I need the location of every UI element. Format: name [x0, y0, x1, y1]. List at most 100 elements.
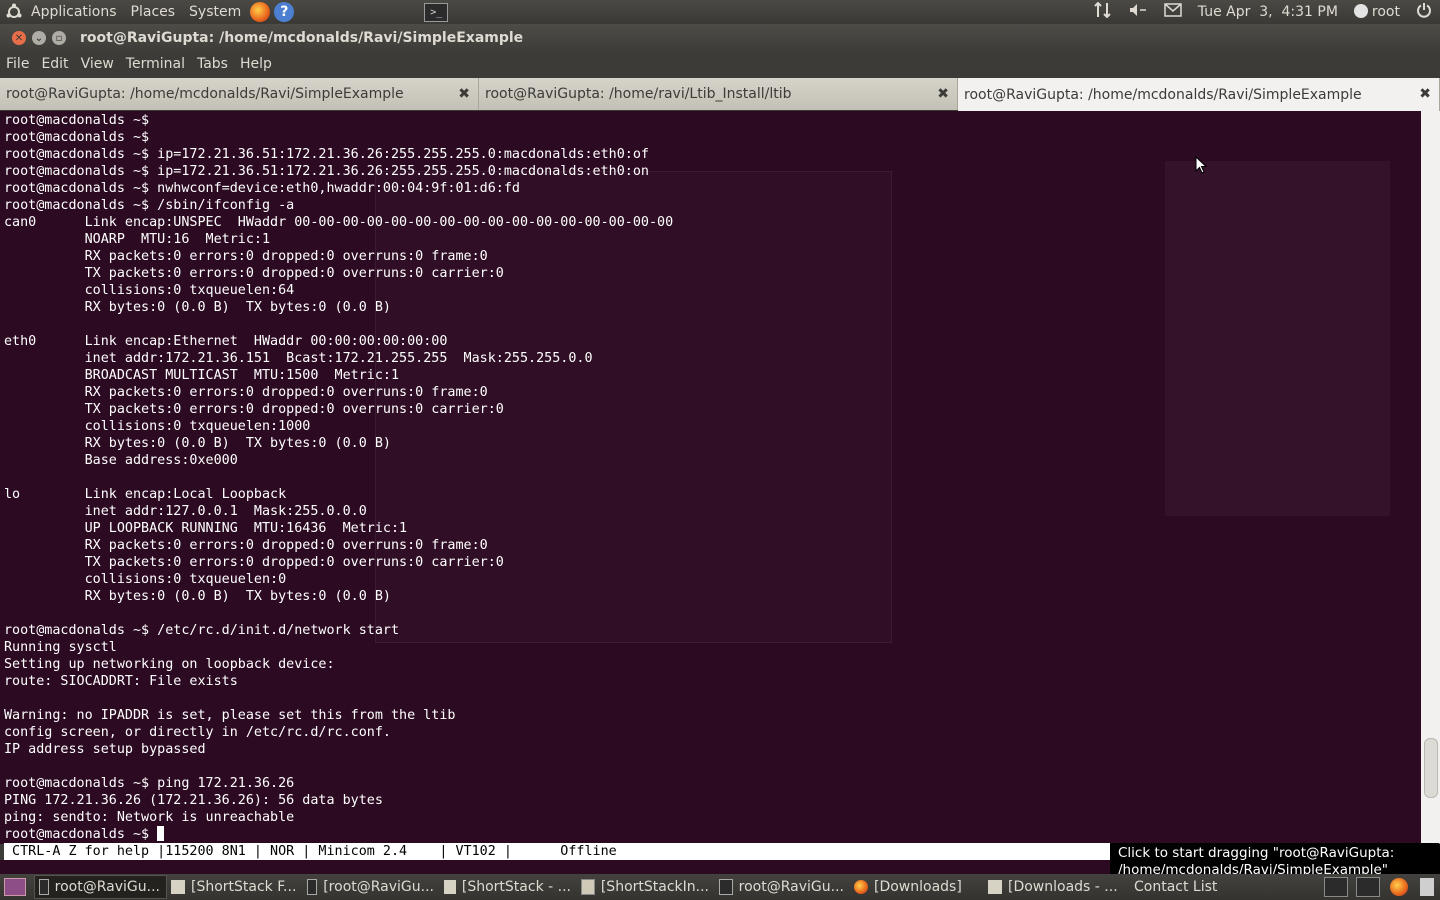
terminal-line: root@macdonalds ~$ nwhwconf=device:eth0,… [4, 181, 520, 196]
menu-edit[interactable]: Edit [35, 56, 74, 72]
terminal-line: PING 172.21.36.26 (172.21.36.26): 56 dat… [4, 793, 383, 808]
terminal-line: inet addr:127.0.0.1 Mask:255.0.0.0 [4, 504, 367, 519]
terminal-line: TX packets:0 errors:0 dropped:0 overruns… [4, 555, 504, 570]
menu-help[interactable]: Help [234, 56, 278, 72]
firefox-tray-icon[interactable] [1390, 878, 1408, 896]
tab-close-icon[interactable]: ✖ [937, 86, 949, 102]
taskbar-item-label: root@RaviGu... [54, 879, 160, 895]
terminal-cursor [157, 826, 165, 841]
user-status-icon [1353, 4, 1368, 18]
workspace-switcher-icon[interactable] [1356, 877, 1380, 897]
taskbar-item-label: [ShortStackIn... [600, 879, 709, 895]
scrollbar-thumb[interactable] [1424, 738, 1438, 798]
taskbar-item-label: [root@RaviGu... [323, 879, 434, 895]
taskbar-item[interactable]: Contact List [1124, 875, 1217, 899]
terminal-line: eth0 Link encap:Ethernet HWaddr 00:00:00… [4, 334, 448, 349]
terminal-line: TX packets:0 errors:0 dropped:0 overruns… [4, 266, 504, 281]
text-editor-icon [581, 879, 595, 895]
terminal-line: root@macdonalds ~$ /sbin/ifconfig -a [4, 198, 295, 213]
taskbar-item-label: [Downloads] [874, 879, 962, 895]
taskbar-item[interactable]: [ShortStack F... [167, 875, 303, 899]
terminal-scrollbar[interactable] [1421, 111, 1440, 844]
window-close-button[interactable]: ✕ [12, 31, 26, 45]
taskbar-item-label: [ShortStack F... [191, 879, 297, 895]
taskbar-item[interactable]: [Downloads] [850, 875, 984, 899]
workspace-switcher-icon[interactable] [1324, 877, 1348, 897]
clock[interactable]: Tue Apr 3, 4:31 PM [1198, 4, 1338, 20]
taskbar-item[interactable]: [root@RaviGu... [303, 875, 440, 899]
mail-icon[interactable] [1164, 3, 1182, 21]
network-icon[interactable] [1094, 1, 1112, 22]
document-icon [171, 880, 185, 894]
window-maximize-button[interactable]: ▫ [52, 31, 66, 45]
terminal-line: root@macdonalds ~$ /etc/rc.d/init.d/netw… [4, 623, 400, 638]
taskbar-item[interactable]: root@RaviGu... [34, 875, 167, 899]
terminal-line: root@macdonalds ~$ ip=172.21.36.51:172.2… [4, 147, 649, 162]
tab-label: root@RaviGupta: /home/mcdonalds/Ravi/Sim… [964, 87, 1362, 103]
terminal-line: lo Link encap:Local Loopback [4, 487, 287, 502]
ubuntu-logo-icon[interactable] [4, 2, 24, 22]
window-title: root@RaviGupta: /home/mcdonalds/Ravi/Sim… [80, 30, 524, 46]
bottom-taskbar: root@RaviGu... [ShortStack F... [root@Ravi… [0, 874, 1440, 900]
terminal-view[interactable]: root@macdonalds ~$ root@macdonalds ~$ ro… [0, 111, 1421, 844]
tab-label: root@RaviGupta: /home/ravi/Ltib_Install/… [485, 86, 792, 102]
menu-view[interactable]: View [75, 56, 120, 72]
document-icon [444, 880, 456, 894]
tab-simpleexample-active[interactable]: root@RaviGupta: /home/mcdonalds/Ravi/Sim… [958, 78, 1440, 112]
terminal-icon [307, 879, 318, 895]
terminal-line: RX bytes:0 (0.0 B) TX bytes:0 (0.0 B) [4, 436, 391, 451]
terminal-line: inet addr:172.21.36.151 Bcast:172.21.255… [4, 351, 593, 366]
terminal-icon [39, 879, 49, 895]
menu-tabs[interactable]: Tabs [191, 56, 234, 72]
terminal-line: Running sysctl [4, 640, 117, 655]
terminal-output: root@macdonalds ~$ root@macdonalds ~$ ro… [4, 112, 1421, 843]
power-icon[interactable] [1416, 2, 1432, 22]
applications-menu[interactable]: Applications [24, 4, 124, 20]
terminal-launcher-icon[interactable]: >_ [424, 2, 449, 22]
tab-simpleexample-1[interactable]: root@RaviGupta: /home/mcdonalds/Ravi/Sim… [0, 78, 479, 110]
help-icon[interactable]: ? [274, 2, 295, 22]
taskbar-item-label: [Downloads - ... [1008, 879, 1118, 895]
tab-ltib[interactable]: root@RaviGupta: /home/ravi/Ltib_Install/… [479, 78, 958, 110]
taskbar-item[interactable]: [ShortStack - ... [440, 875, 577, 899]
terminal-line: config screen, or directly in /etc/rc.d/… [4, 725, 391, 740]
terminal-line: UP LOOPBACK RUNNING MTU:16436 Metric:1 [4, 521, 408, 536]
terminal-line: route: SIOCADDRT: File exists [4, 674, 238, 689]
user-menu[interactable]: root [1353, 4, 1400, 20]
minicom-status-line: CTRL-A Z for help |115200 8N1 | NOR | Mi… [4, 843, 1110, 860]
terminal-line: collisions:0 txqueuelen:1000 [4, 419, 311, 434]
firefox-icon [854, 880, 868, 894]
taskbar-item[interactable]: root@RaviGu... [715, 875, 850, 899]
taskbar-item-label: root@RaviGu... [738, 879, 844, 895]
show-desktop-icon[interactable] [4, 878, 26, 896]
terminal-line: RX packets:0 errors:0 dropped:0 overruns… [4, 538, 488, 553]
firefox-launcher-icon[interactable] [250, 2, 271, 22]
terminal-line: IP address setup bypassed [4, 742, 206, 757]
menu-bar: File Edit View Terminal Tabs Help [0, 52, 1440, 76]
terminal-line: RX bytes:0 (0.0 B) TX bytes:0 (0.0 B) [4, 589, 391, 604]
taskbar-item[interactable]: [ShortStackIn... [577, 875, 715, 899]
tab-close-icon[interactable]: ✖ [458, 86, 470, 102]
taskbar-item[interactable]: [Downloads - ... [984, 875, 1124, 899]
taskbar-item-label: [ShortStack - ... [461, 879, 571, 895]
tab-close-icon[interactable]: ✖ [1419, 86, 1431, 102]
mouse-pointer-icon [1195, 156, 1207, 174]
trash-icon[interactable] [1420, 878, 1434, 896]
terminal-line: root@macdonalds ~$ ip=172.21.36.51:172.2… [4, 164, 649, 179]
terminal-line: Warning: no IPADDR is set, please set th… [4, 708, 456, 723]
tab-label: root@RaviGupta: /home/mcdonalds/Ravi/Sim… [6, 86, 404, 102]
top-panel: Applications Places System ? >_ Tue Apr … [0, 0, 1440, 24]
places-menu[interactable]: Places [124, 4, 183, 20]
terminal-line: RX packets:0 errors:0 dropped:0 overruns… [4, 385, 488, 400]
window-minimize-button[interactable]: ⌄ [32, 31, 46, 45]
terminal-line: collisions:0 txqueuelen:0 [4, 572, 287, 587]
terminal-line: root@macdonalds ~$ [4, 130, 150, 145]
volume-icon[interactable] [1128, 2, 1148, 22]
window-title-bar[interactable]: ✕ ⌄ ▫ root@RaviGupta: /home/mcdonalds/Ra… [0, 24, 1440, 52]
terminal-line: ping: sendto: Network is unreachable [4, 810, 295, 825]
menu-terminal[interactable]: Terminal [120, 56, 191, 72]
terminal-line: NOARP MTU:16 Metric:1 [4, 232, 271, 247]
system-menu[interactable]: System [182, 4, 248, 20]
menu-file[interactable]: File [0, 56, 35, 72]
document-icon [988, 880, 1002, 894]
